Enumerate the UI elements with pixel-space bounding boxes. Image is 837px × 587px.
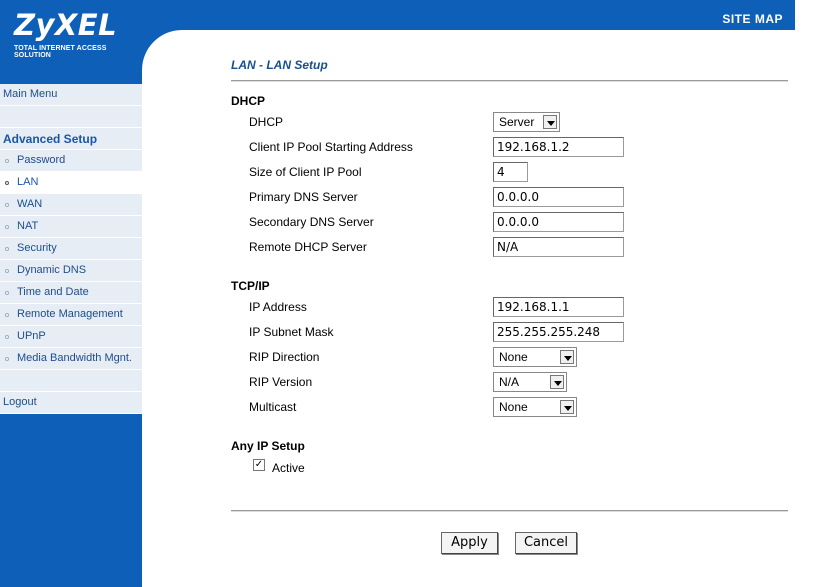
subnet-mask-field[interactable]: 255.255.255.248 [493, 322, 624, 342]
zyxel-logo[interactable]: ZyXEL Total Internet Access Solution [0, 0, 142, 72]
pool-start-value: 192.168.1.2 [497, 140, 570, 154]
active-checkbox[interactable]: ✓ [253, 459, 265, 471]
sidebar-item-label: Time and Date [17, 286, 89, 298]
checkmark-icon: ✓ [254, 459, 264, 470]
anyip-section-title: Any IP Setup [231, 439, 305, 453]
bullet-icon [5, 203, 9, 207]
multicast-label: Multicast [249, 400, 297, 414]
dhcp-section-title: DHCP [231, 94, 266, 108]
pool-size-value: 4 [497, 165, 505, 179]
bullet-icon [5, 181, 9, 185]
sidebar-item-logout[interactable]: Logout [0, 392, 142, 414]
multicast-select[interactable]: None [493, 397, 577, 417]
sidebar-item-nat[interactable]: NAT [0, 216, 142, 238]
sidebar-item-label: Logout [3, 396, 37, 408]
primary-dns-value: 0.0.0.0 [497, 190, 539, 204]
sidebar-item-label: Remote Management [17, 308, 123, 320]
sidebar-header-label: Advanced Setup [3, 132, 98, 146]
primary-dns-field[interactable]: 0.0.0.0 [493, 187, 624, 207]
sidebar-item-label: WAN [17, 198, 43, 210]
bullet-icon [5, 313, 9, 317]
sidebar-item-label: Main Menu [3, 88, 58, 100]
sidebar-item-label: Dynamic DNS [17, 264, 87, 276]
sidebar-item-security[interactable]: Security [0, 238, 142, 260]
sidebar-item-time-and-date[interactable]: Time and Date [0, 282, 142, 304]
rip-direction-label: RIP Direction [249, 350, 320, 364]
sidebar-spacer [0, 370, 142, 392]
logo-subtitle: Total Internet Access Solution [14, 45, 107, 59]
secondary-dns-field[interactable]: 0.0.0.0 [493, 212, 624, 232]
sidebar-item-label: UPnP [17, 330, 46, 342]
remote-dhcp-value: N/A [497, 240, 519, 254]
rip-direction-value: None [499, 350, 528, 364]
chevron-down-icon [560, 400, 574, 414]
dhcp-select-value: Server [499, 115, 535, 129]
bullet-icon [5, 225, 9, 229]
rip-version-label: RIP Version [249, 375, 313, 389]
sidebar-item-label: NAT [17, 220, 39, 232]
remote-dhcp-field[interactable]: N/A [493, 237, 624, 257]
sidebar-item-dynamic-dns[interactable]: Dynamic DNS [0, 260, 142, 282]
pool-start-field[interactable]: 192.168.1.2 [493, 137, 624, 157]
page-title: LAN - LAN Setup [231, 58, 328, 72]
pool-start-label: Client IP Pool Starting Address [249, 140, 413, 154]
multicast-value: None [499, 400, 528, 414]
sidebar-item-wan[interactable]: WAN [0, 194, 142, 216]
primary-dns-label: Primary DNS Server [249, 190, 358, 204]
bullet-icon [5, 335, 9, 339]
sidebar-item-label: Security [17, 242, 57, 254]
bullet-icon [5, 269, 9, 273]
ip-address-field[interactable]: 192.168.1.1 [493, 297, 624, 317]
sidebar-item-password[interactable]: Password [0, 150, 142, 172]
bullet-icon [5, 357, 9, 361]
sidebar-header-advanced-setup[interactable]: Advanced Setup [0, 128, 142, 150]
tcpip-section-title: TCP/IP [231, 279, 270, 293]
chevron-down-icon [560, 350, 574, 364]
chevron-down-icon [543, 115, 557, 129]
bullet-icon [5, 247, 9, 251]
site-map-link[interactable]: SITE MAP [722, 12, 783, 26]
sidebar-item-label: Password [17, 154, 66, 166]
sidebar-item-remote-management[interactable]: Remote Management [0, 304, 142, 326]
logo-title: ZyXEL [14, 8, 118, 42]
sidebar-item-label: LAN [17, 176, 39, 188]
sidebar-item-media-bandwidth[interactable]: Media Bandwidth Mgnt. [0, 348, 142, 370]
ip-address-value: 192.168.1.1 [497, 300, 570, 314]
bullet-icon [5, 291, 9, 295]
divider [231, 510, 788, 512]
remote-dhcp-label: Remote DHCP Server [249, 240, 367, 254]
bullet-icon [5, 159, 9, 163]
rip-version-value: N/A [499, 375, 520, 389]
subnet-mask-value: 255.255.255.248 [497, 325, 601, 339]
sidebar-spacer [0, 106, 142, 128]
corner-curve [142, 30, 182, 70]
dhcp-select[interactable]: Server [493, 112, 560, 132]
cancel-button[interactable]: Cancel [515, 532, 577, 554]
pool-size-field[interactable]: 4 [493, 162, 528, 182]
sidebar-item-lan[interactable]: LAN [0, 172, 142, 194]
sidebar-item-main-menu[interactable]: Main Menu [0, 84, 142, 106]
rip-direction-select[interactable]: None [493, 347, 577, 367]
ip-address-label: IP Address [249, 300, 307, 314]
active-label: Active [272, 461, 305, 475]
sidebar-item-label: Media Bandwidth Mgnt. [17, 352, 132, 364]
secondary-dns-value: 0.0.0.0 [497, 215, 539, 229]
dhcp-label: DHCP [249, 115, 284, 129]
divider [231, 80, 788, 82]
top-bar: SITE MAP [142, 0, 795, 30]
sidebar-item-upnp[interactable]: UPnP [0, 326, 142, 348]
rip-version-select[interactable]: N/A [493, 372, 567, 392]
subnet-mask-label: IP Subnet Mask [249, 325, 334, 339]
chevron-down-icon [550, 375, 564, 389]
apply-button[interactable]: Apply [441, 532, 498, 554]
pool-size-label: Size of Client IP Pool [249, 165, 362, 179]
secondary-dns-label: Secondary DNS Server [249, 215, 374, 229]
